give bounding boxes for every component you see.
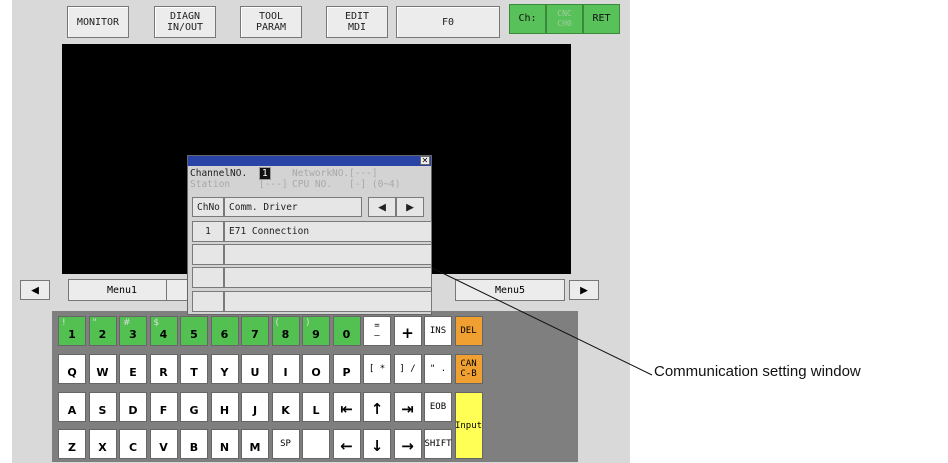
callout-label: Communication setting window (654, 363, 861, 380)
callout-line (431, 267, 653, 376)
